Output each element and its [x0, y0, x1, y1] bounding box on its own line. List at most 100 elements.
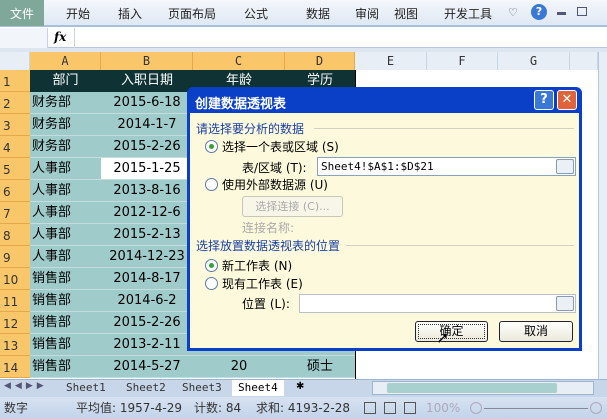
name-box[interactable]: [0, 28, 48, 48]
table-cell[interactable]: 2014-5-27: [101, 356, 193, 378]
page-break-view-icon[interactable]: [404, 402, 416, 414]
sheet-nav-arrows-icon[interactable]: ◀◀▶▶: [4, 381, 48, 391]
row-header[interactable]: 11: [0, 290, 30, 312]
table-cell[interactable]: 2015-6-18: [101, 92, 193, 114]
row-header[interactable]: 5: [0, 158, 30, 180]
zoom-out-icon[interactable]: [470, 402, 482, 414]
choose-connection-button[interactable]: 选择连接 (C)...: [242, 196, 343, 217]
radio-select-range[interactable]: [205, 140, 218, 153]
normal-view-icon[interactable]: [364, 402, 376, 414]
table-cell[interactable]: 2014-1-7: [101, 114, 193, 136]
column-header[interactable]: G: [498, 52, 570, 70]
cancel-button[interactable]: 取消: [499, 321, 573, 342]
insert-sheet-icon[interactable]: ✱: [296, 381, 316, 395]
table-cell[interactable]: 2013-8-16: [101, 180, 193, 202]
radio-existing-worksheet[interactable]: [205, 277, 218, 290]
page-layout-view-icon[interactable]: [384, 402, 396, 414]
table-cell[interactable]: 人事部: [30, 202, 101, 224]
table-cell[interactable]: 人事部: [30, 180, 101, 202]
column-header[interactable]: D: [285, 52, 355, 70]
row-header[interactable]: 10: [0, 268, 30, 290]
column-header[interactable]: A: [30, 52, 101, 70]
row-header[interactable]: 1: [0, 70, 30, 92]
table-cell[interactable]: 20: [193, 356, 285, 378]
ribbon-tab[interactable]: 开发工具: [444, 0, 492, 26]
ribbon-tab[interactable]: 审阅: [355, 0, 379, 26]
row-header[interactable]: 13: [0, 334, 30, 356]
table-cell[interactable]: 财务部: [30, 114, 101, 136]
table-cell[interactable]: 销售部: [30, 334, 101, 356]
restore-icon[interactable]: [577, 7, 587, 16]
sheet-tab[interactable]: Sheet4: [232, 380, 284, 396]
column-header[interactable]: [570, 52, 598, 70]
range-picker-icon[interactable]: [556, 159, 574, 174]
table-cell[interactable]: 人事部: [30, 158, 101, 180]
zoom-level[interactable]: 100%: [426, 397, 460, 419]
table-cell[interactable]: 人事部: [30, 246, 101, 268]
table-cell[interactable]: 销售部: [30, 290, 101, 312]
sheet-tab[interactable]: Sheet2: [120, 380, 172, 396]
radio-existing-worksheet-label[interactable]: 现有工作表 (E): [222, 275, 303, 292]
table-cell[interactable]: 2015-2-26: [101, 136, 193, 158]
ribbon-tab[interactable]: 页面布局: [168, 0, 216, 26]
table-cell[interactable]: 2015-2-13: [101, 224, 193, 246]
ribbon-tab[interactable]: 公式: [244, 0, 268, 26]
horizontal-scrollbar[interactable]: [372, 381, 594, 395]
ribbon-tab[interactable]: 视图: [394, 0, 418, 26]
table-cell[interactable]: 2014-8-17: [101, 268, 193, 290]
dialog-close-button[interactable]: ✕: [557, 90, 577, 110]
table-cell[interactable]: 2014-12-23: [101, 246, 193, 268]
table-header-cell[interactable]: 部门: [30, 70, 101, 92]
table-cell[interactable]: 2015-2-26: [101, 312, 193, 334]
table-cell[interactable]: 销售部: [30, 268, 101, 290]
select-all-button[interactable]: [0, 52, 30, 70]
table-cell[interactable]: 2015-1-25: [101, 158, 193, 180]
location-input[interactable]: [299, 294, 576, 313]
sheet-tab[interactable]: Sheet3: [176, 380, 228, 396]
formula-input[interactable]: [74, 28, 599, 48]
table-cell[interactable]: 销售部: [30, 312, 101, 334]
table-cell[interactable]: 财务部: [30, 92, 101, 114]
table-cell[interactable]: 人事部: [30, 224, 101, 246]
table-cell[interactable]: 硕士: [285, 356, 355, 378]
radio-new-worksheet-label[interactable]: 新工作表 (N): [222, 257, 292, 274]
table-cell[interactable]: 2014-6-2: [101, 290, 193, 312]
range-input[interactable]: Sheet4!$A$1:$D$21: [317, 157, 576, 176]
minimize-ribbon-icon[interactable]: ♡: [508, 6, 518, 19]
column-header[interactable]: C: [193, 52, 285, 70]
insert-function-icon[interactable]: fx: [54, 30, 66, 44]
row-header[interactable]: 6: [0, 180, 30, 202]
ribbon-tab[interactable]: 插入: [118, 0, 142, 26]
ribbon-tab[interactable]: 数据: [306, 0, 330, 26]
table-cell[interactable]: 销售部: [30, 356, 101, 378]
zoom-in-icon[interactable]: [590, 402, 602, 414]
minimize-icon[interactable]: [557, 12, 566, 15]
file-tab[interactable]: 文件: [0, 0, 44, 26]
row-header[interactable]: 4: [0, 136, 30, 158]
ribbon-tab[interactable]: 开始: [66, 0, 90, 26]
table-cell[interactable]: 2012-12-6: [101, 202, 193, 224]
radio-external-source-label[interactable]: 使用外部数据源 (U): [222, 176, 328, 193]
column-header[interactable]: F: [427, 52, 498, 70]
row-header[interactable]: 14: [0, 356, 30, 378]
row-header[interactable]: 2: [0, 92, 30, 114]
column-header[interactable]: B: [101, 52, 193, 70]
radio-external-source[interactable]: [205, 178, 218, 191]
row-header[interactable]: 3: [0, 114, 30, 136]
location-picker-icon[interactable]: [556, 296, 574, 311]
table-cell[interactable]: 财务部: [30, 136, 101, 158]
table-header-cell[interactable]: 入职日期: [101, 70, 193, 92]
zoom-slider[interactable]: [484, 408, 588, 409]
table-cell[interactable]: 2013-2-11: [101, 334, 193, 356]
scroll-thumb[interactable]: [387, 383, 557, 393]
help-icon[interactable]: ?: [531, 4, 547, 20]
row-header[interactable]: 9: [0, 246, 30, 268]
radio-new-worksheet[interactable]: [205, 259, 218, 272]
row-header[interactable]: 12: [0, 312, 30, 334]
sheet-tab[interactable]: Sheet1: [60, 380, 112, 396]
radio-select-range-label[interactable]: 选择一个表或区域 (S): [222, 138, 339, 155]
row-header[interactable]: 7: [0, 202, 30, 224]
column-header[interactable]: E: [355, 52, 427, 70]
row-header[interactable]: 8: [0, 224, 30, 246]
dialog-help-button[interactable]: ?: [534, 90, 554, 110]
